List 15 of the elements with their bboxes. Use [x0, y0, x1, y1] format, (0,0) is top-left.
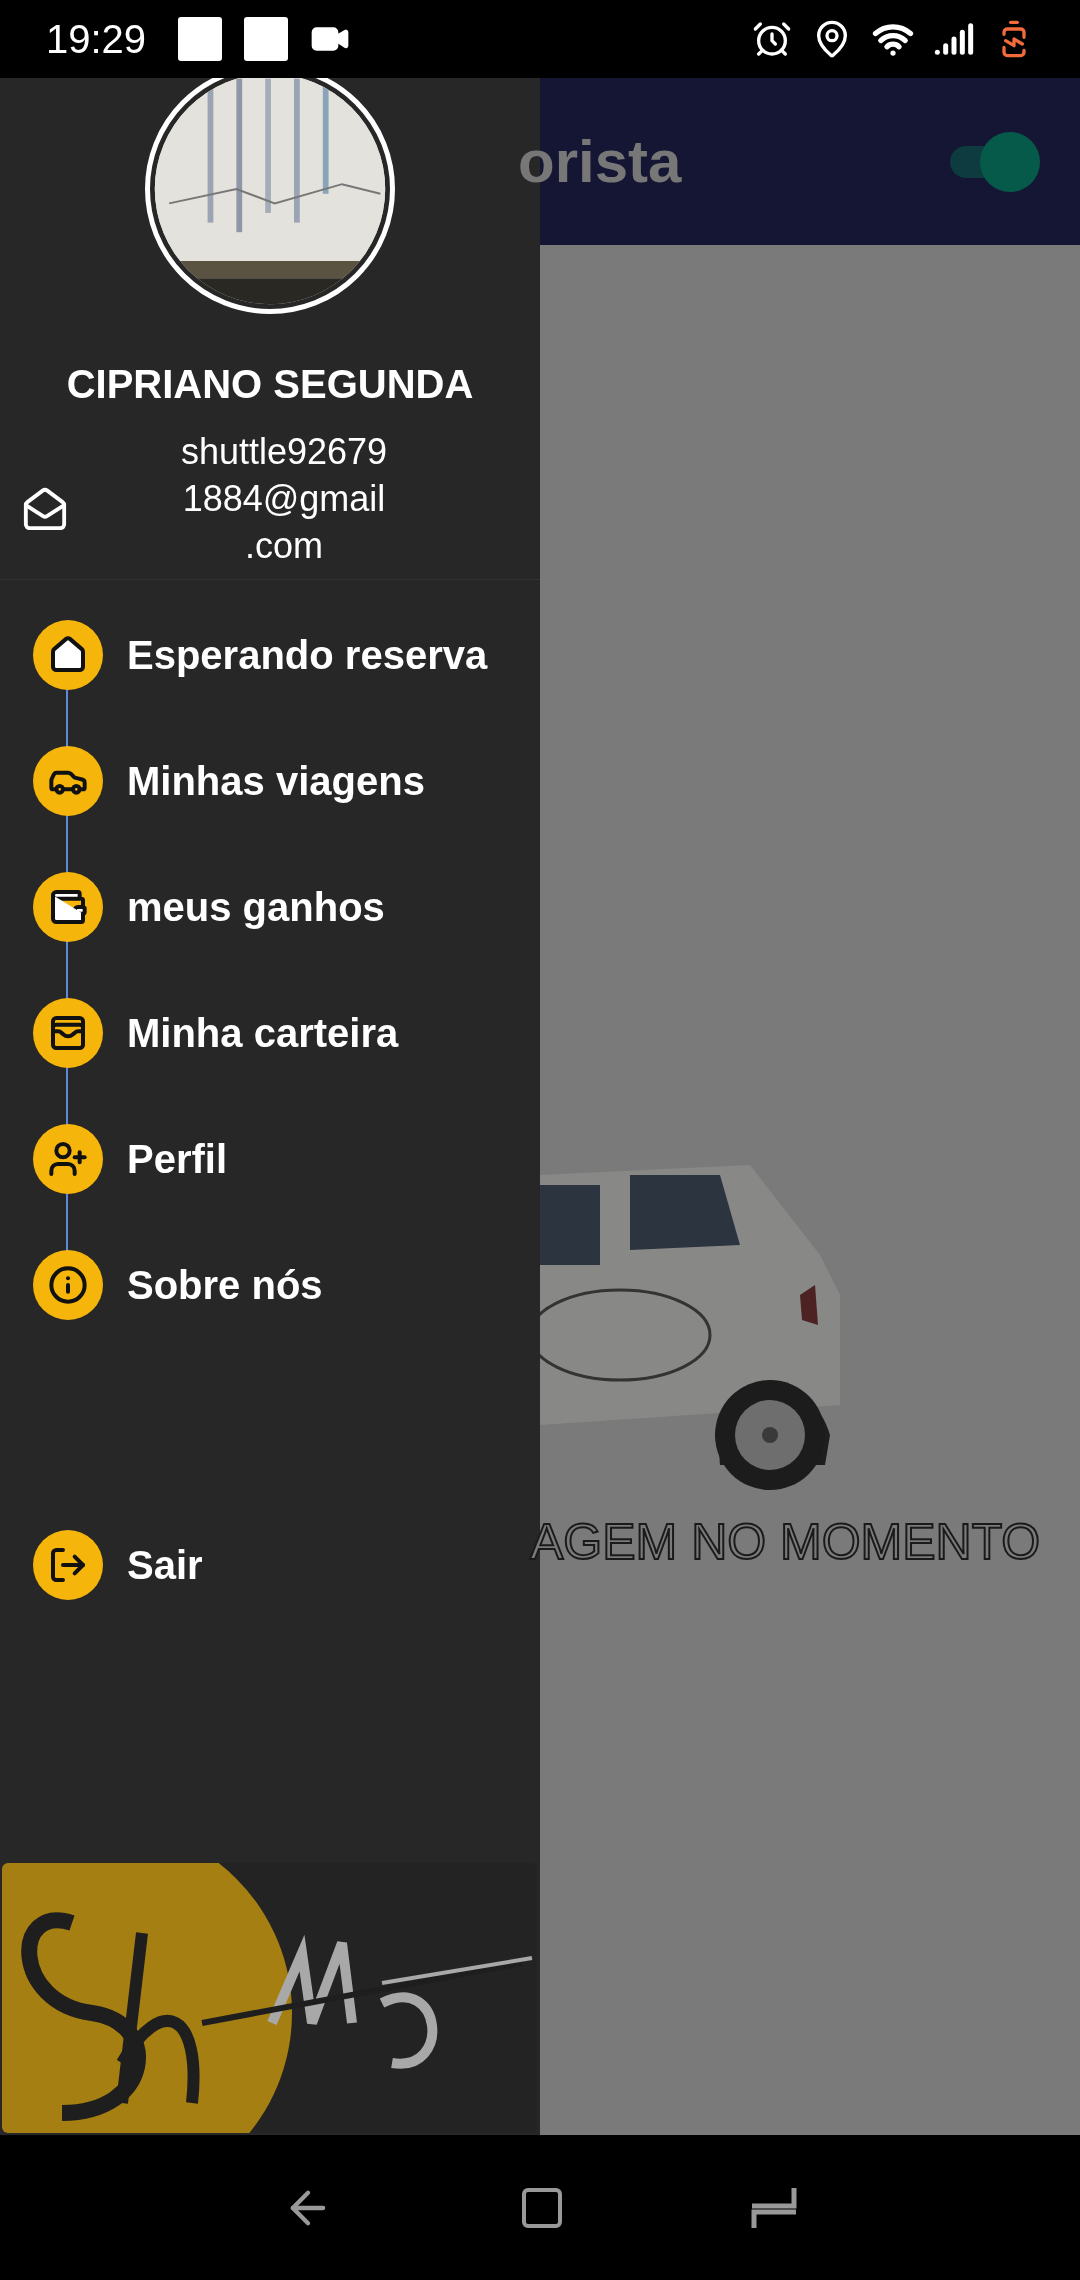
- recent-apps-icon[interactable]: [750, 2185, 798, 2230]
- user-name: CIPRIANO SEGUNDA: [65, 361, 475, 408]
- clock: 19:29: [46, 16, 147, 63]
- menu-item[interactable]: Minha carteira: [0, 970, 540, 1096]
- menu-item[interactable]: Minhas viagens: [0, 718, 540, 844]
- menu-item[interactable]: meus ganhos: [0, 844, 540, 970]
- notification-icon: [244, 17, 289, 61]
- alarm-icon: [752, 19, 792, 59]
- screen-title: orista: [518, 126, 682, 197]
- user-email: shuttle92679 1884@gmail .com: [179, 430, 389, 568]
- mail-icon: [22, 485, 68, 532]
- menu-item[interactable]: Perfil: [0, 1096, 540, 1222]
- menu-item[interactable]: Esperando reserva: [0, 592, 540, 718]
- menu-item[interactable]: Sobre nós: [0, 1222, 540, 1348]
- notification-icon: [178, 17, 223, 61]
